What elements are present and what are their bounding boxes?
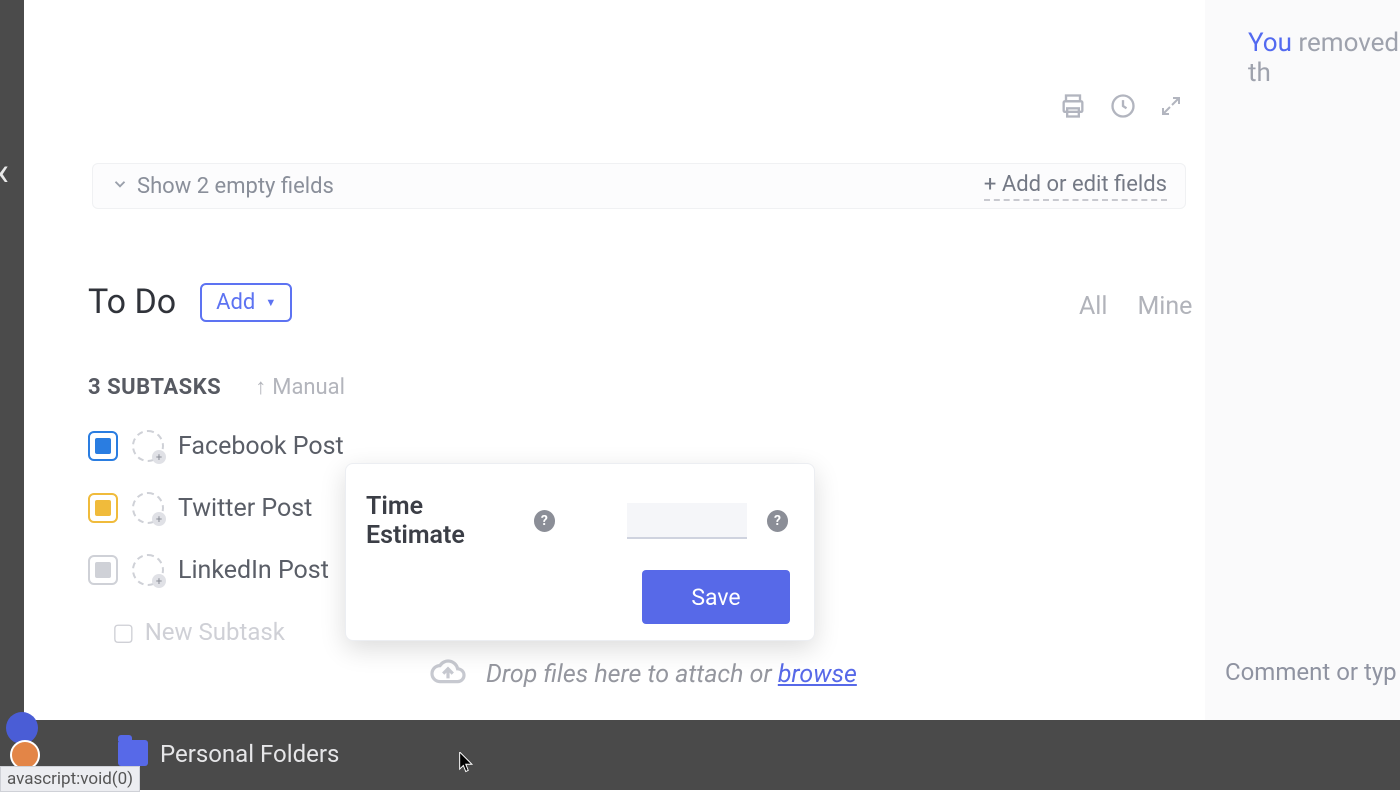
filter-all[interactable]: All [1079,292,1107,321]
assignee-slot[interactable] [132,492,164,524]
new-subtask-placeholder: New Subtask [145,618,285,646]
custom-fields-bar[interactable]: Show 2 empty fields + Add or edit fields [92,163,1186,209]
status-box-icon[interactable] [88,493,118,523]
help-icon[interactable]: ? [534,510,555,532]
print-icon[interactable] [1059,92,1087,124]
add-button[interactable]: Add ▼ [200,283,292,322]
dropzone-text: Drop files here to attach or browse [486,660,857,689]
add-button-label: Add [216,290,255,315]
expand-icon[interactable] [1159,94,1183,122]
new-subtask-input[interactable]: ▢ New Subtask [112,618,285,646]
help-icon[interactable]: ? [767,510,788,532]
assignee-slot[interactable] [132,430,164,462]
subtask-row[interactable]: Twitter Post [88,492,344,524]
plus-icon: ▢ [112,618,135,646]
subtask-count: 3 SUBTASKS [88,375,221,400]
subtask-list: Facebook Post Twitter Post LinkedIn Post [88,430,344,586]
folder-icon[interactable] [118,740,148,766]
file-dropzone[interactable]: Drop files here to attach or browse [428,656,857,692]
empty-fields-toggle: Show 2 empty fields [137,174,984,199]
close-icon[interactable]: ‹ [0,148,9,195]
time-estimate-input[interactable] [627,503,747,539]
status-bar-link: avascript:void(0) [0,766,140,792]
browse-link[interactable]: browse [778,660,857,689]
activity-panel [1205,0,1400,720]
subtask-name: LinkedIn Post [178,556,329,585]
status-box-icon[interactable] [88,431,118,461]
sort-arrow-icon: ↑ [255,374,266,400]
status-box-icon[interactable] [88,555,118,585]
subtask-row[interactable]: Facebook Post [88,430,344,462]
save-button[interactable]: Save [642,570,790,624]
caret-down-icon: ▼ [265,296,276,309]
history-icon[interactable] [1109,92,1137,124]
filter-mine[interactable]: Mine [1137,292,1192,321]
cloud-upload-icon [428,656,468,692]
sort-mode[interactable]: ↑ Manual [255,374,345,400]
section-title: To Do [88,282,176,322]
sort-mode-label: Manual [272,375,345,400]
subtask-row[interactable]: LinkedIn Post [88,554,344,586]
add-edit-fields-link[interactable]: + Add or edit fields [984,172,1167,201]
subtask-name: Twitter Post [178,494,312,523]
time-estimate-popover: Time Estimate ? ? Save [345,463,815,641]
activity-user: You [1248,28,1292,58]
assignee-slot[interactable] [132,554,164,586]
time-estimate-label: Time Estimate [366,492,522,550]
activity-entry: You removed th [1248,28,1400,88]
chevron-down-icon [111,175,129,197]
subtask-name: Facebook Post [178,432,344,461]
comment-input[interactable]: Comment or typ [1225,658,1400,698]
mouse-cursor-icon [458,752,476,778]
folder-label[interactable]: Personal Folders [160,740,339,768]
